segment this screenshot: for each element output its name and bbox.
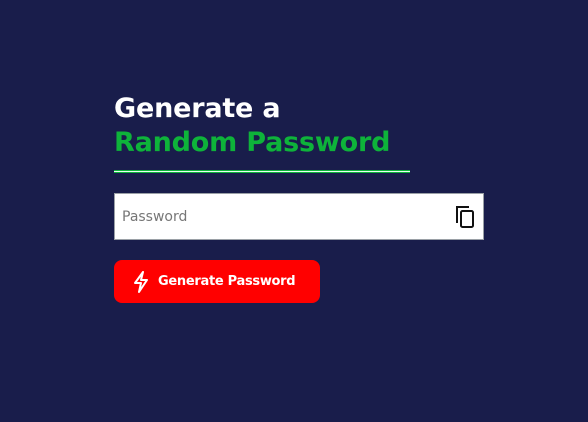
password-generator-card: Generate a Random Password Generate Pass… — [114, 92, 484, 303]
page-title-line-2: Random Password — [114, 127, 391, 158]
password-field-wrapper — [114, 193, 484, 240]
generate-password-button[interactable]: Generate Password — [114, 260, 320, 303]
password-input[interactable] — [115, 194, 442, 239]
page-title-line-1: Generate a — [114, 93, 281, 124]
copy-icon[interactable] — [454, 204, 476, 230]
bolt-icon — [132, 270, 150, 293]
title-underline — [114, 170, 410, 173]
generate-password-label: Generate Password — [158, 274, 296, 289]
